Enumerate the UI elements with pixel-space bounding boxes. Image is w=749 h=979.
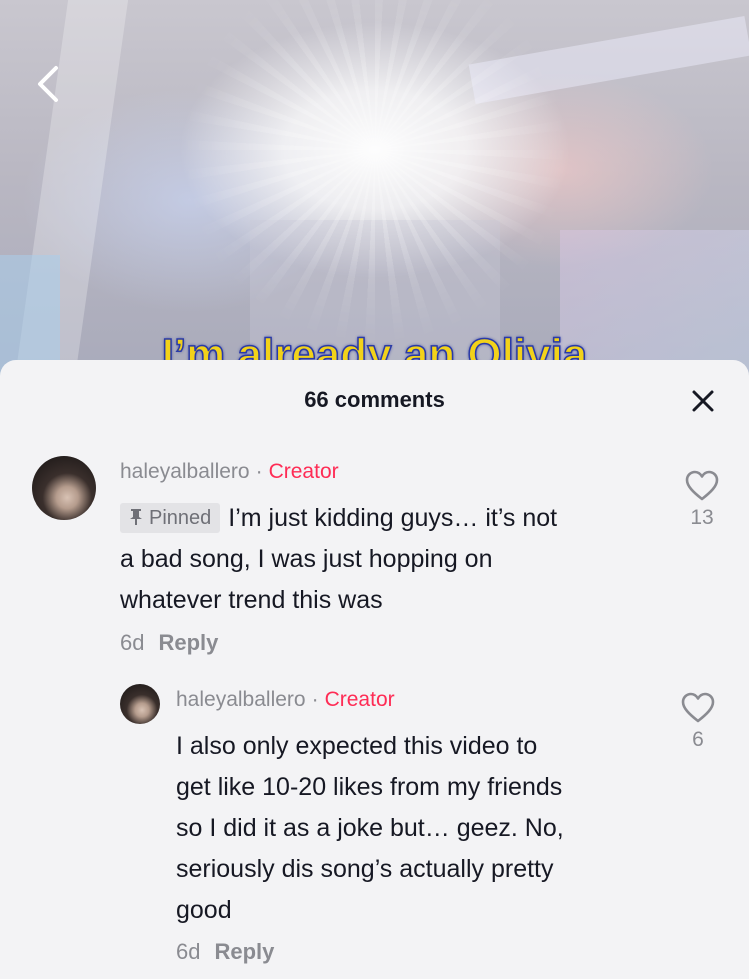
light-rays [175, 0, 575, 350]
pinned-badge: Pinned [120, 503, 221, 533]
comments-count-title: 66 comments [304, 387, 445, 412]
comments-sheet: 66 comments haleyalballero · Creator Pinne… [0, 360, 749, 979]
comment-text-line: I also only expected this video to [176, 732, 538, 760]
like-button[interactable]: 6 [678, 692, 718, 752]
reply-button[interactable]: Reply [158, 630, 218, 655]
chevron-left-icon [38, 66, 58, 102]
separator-dot: · [311, 688, 319, 711]
heart-outline-icon [685, 470, 719, 501]
comment-text-line: good [176, 896, 232, 924]
like-count: 6 [692, 728, 704, 751]
pinned-label: Pinned [149, 507, 212, 529]
like-button[interactable]: 13 [682, 470, 722, 530]
heart-outline-icon [681, 692, 715, 723]
creator-badge: Creator [268, 460, 339, 483]
comment-footer: 6d Reply [120, 630, 218, 656]
comment-line: Pinned I’m just kidding guys… it’s not [120, 498, 557, 539]
back-button[interactable] [30, 62, 74, 106]
avatar[interactable] [120, 684, 160, 724]
creator-badge: Creator [324, 688, 395, 711]
comment-text-line: so I did it as a joke but… geez. No, [176, 814, 564, 842]
reply-button[interactable]: Reply [214, 939, 274, 964]
comment-text-line: seriously dis song’s actually pretty [176, 855, 554, 883]
comment-text-line: whatever trend this was [120, 586, 383, 614]
comment-time: 6d [176, 939, 201, 964]
close-icon [692, 390, 714, 412]
comment-time: 6d [120, 630, 145, 655]
pin-icon [130, 509, 142, 525]
comment-text-line: a bad song, I was just hopping on [120, 545, 493, 573]
comment-username[interactable]: haleyalballero [176, 688, 306, 711]
comment-username[interactable]: haleyalballero [120, 460, 250, 483]
comment-meta: haleyalballero · Creator [120, 460, 339, 484]
comment-text-line: get like 10-20 likes from my friends [176, 773, 563, 801]
video-background[interactable]: I’m already an Olivia [0, 0, 749, 400]
avatar[interactable] [32, 456, 96, 520]
comment-meta: haleyalballero · Creator [176, 688, 395, 712]
comment-footer: 6d Reply [176, 939, 274, 965]
comment-body: Pinned I’m just kidding guys… it’s not a … [120, 498, 557, 621]
comment-text-line: I’m just kidding guys… it’s not [228, 504, 558, 532]
like-count: 13 [690, 506, 714, 529]
comment-body: I also only expected this video to get l… [176, 726, 564, 931]
separator-dot: · [255, 460, 263, 483]
close-button[interactable] [690, 388, 716, 414]
